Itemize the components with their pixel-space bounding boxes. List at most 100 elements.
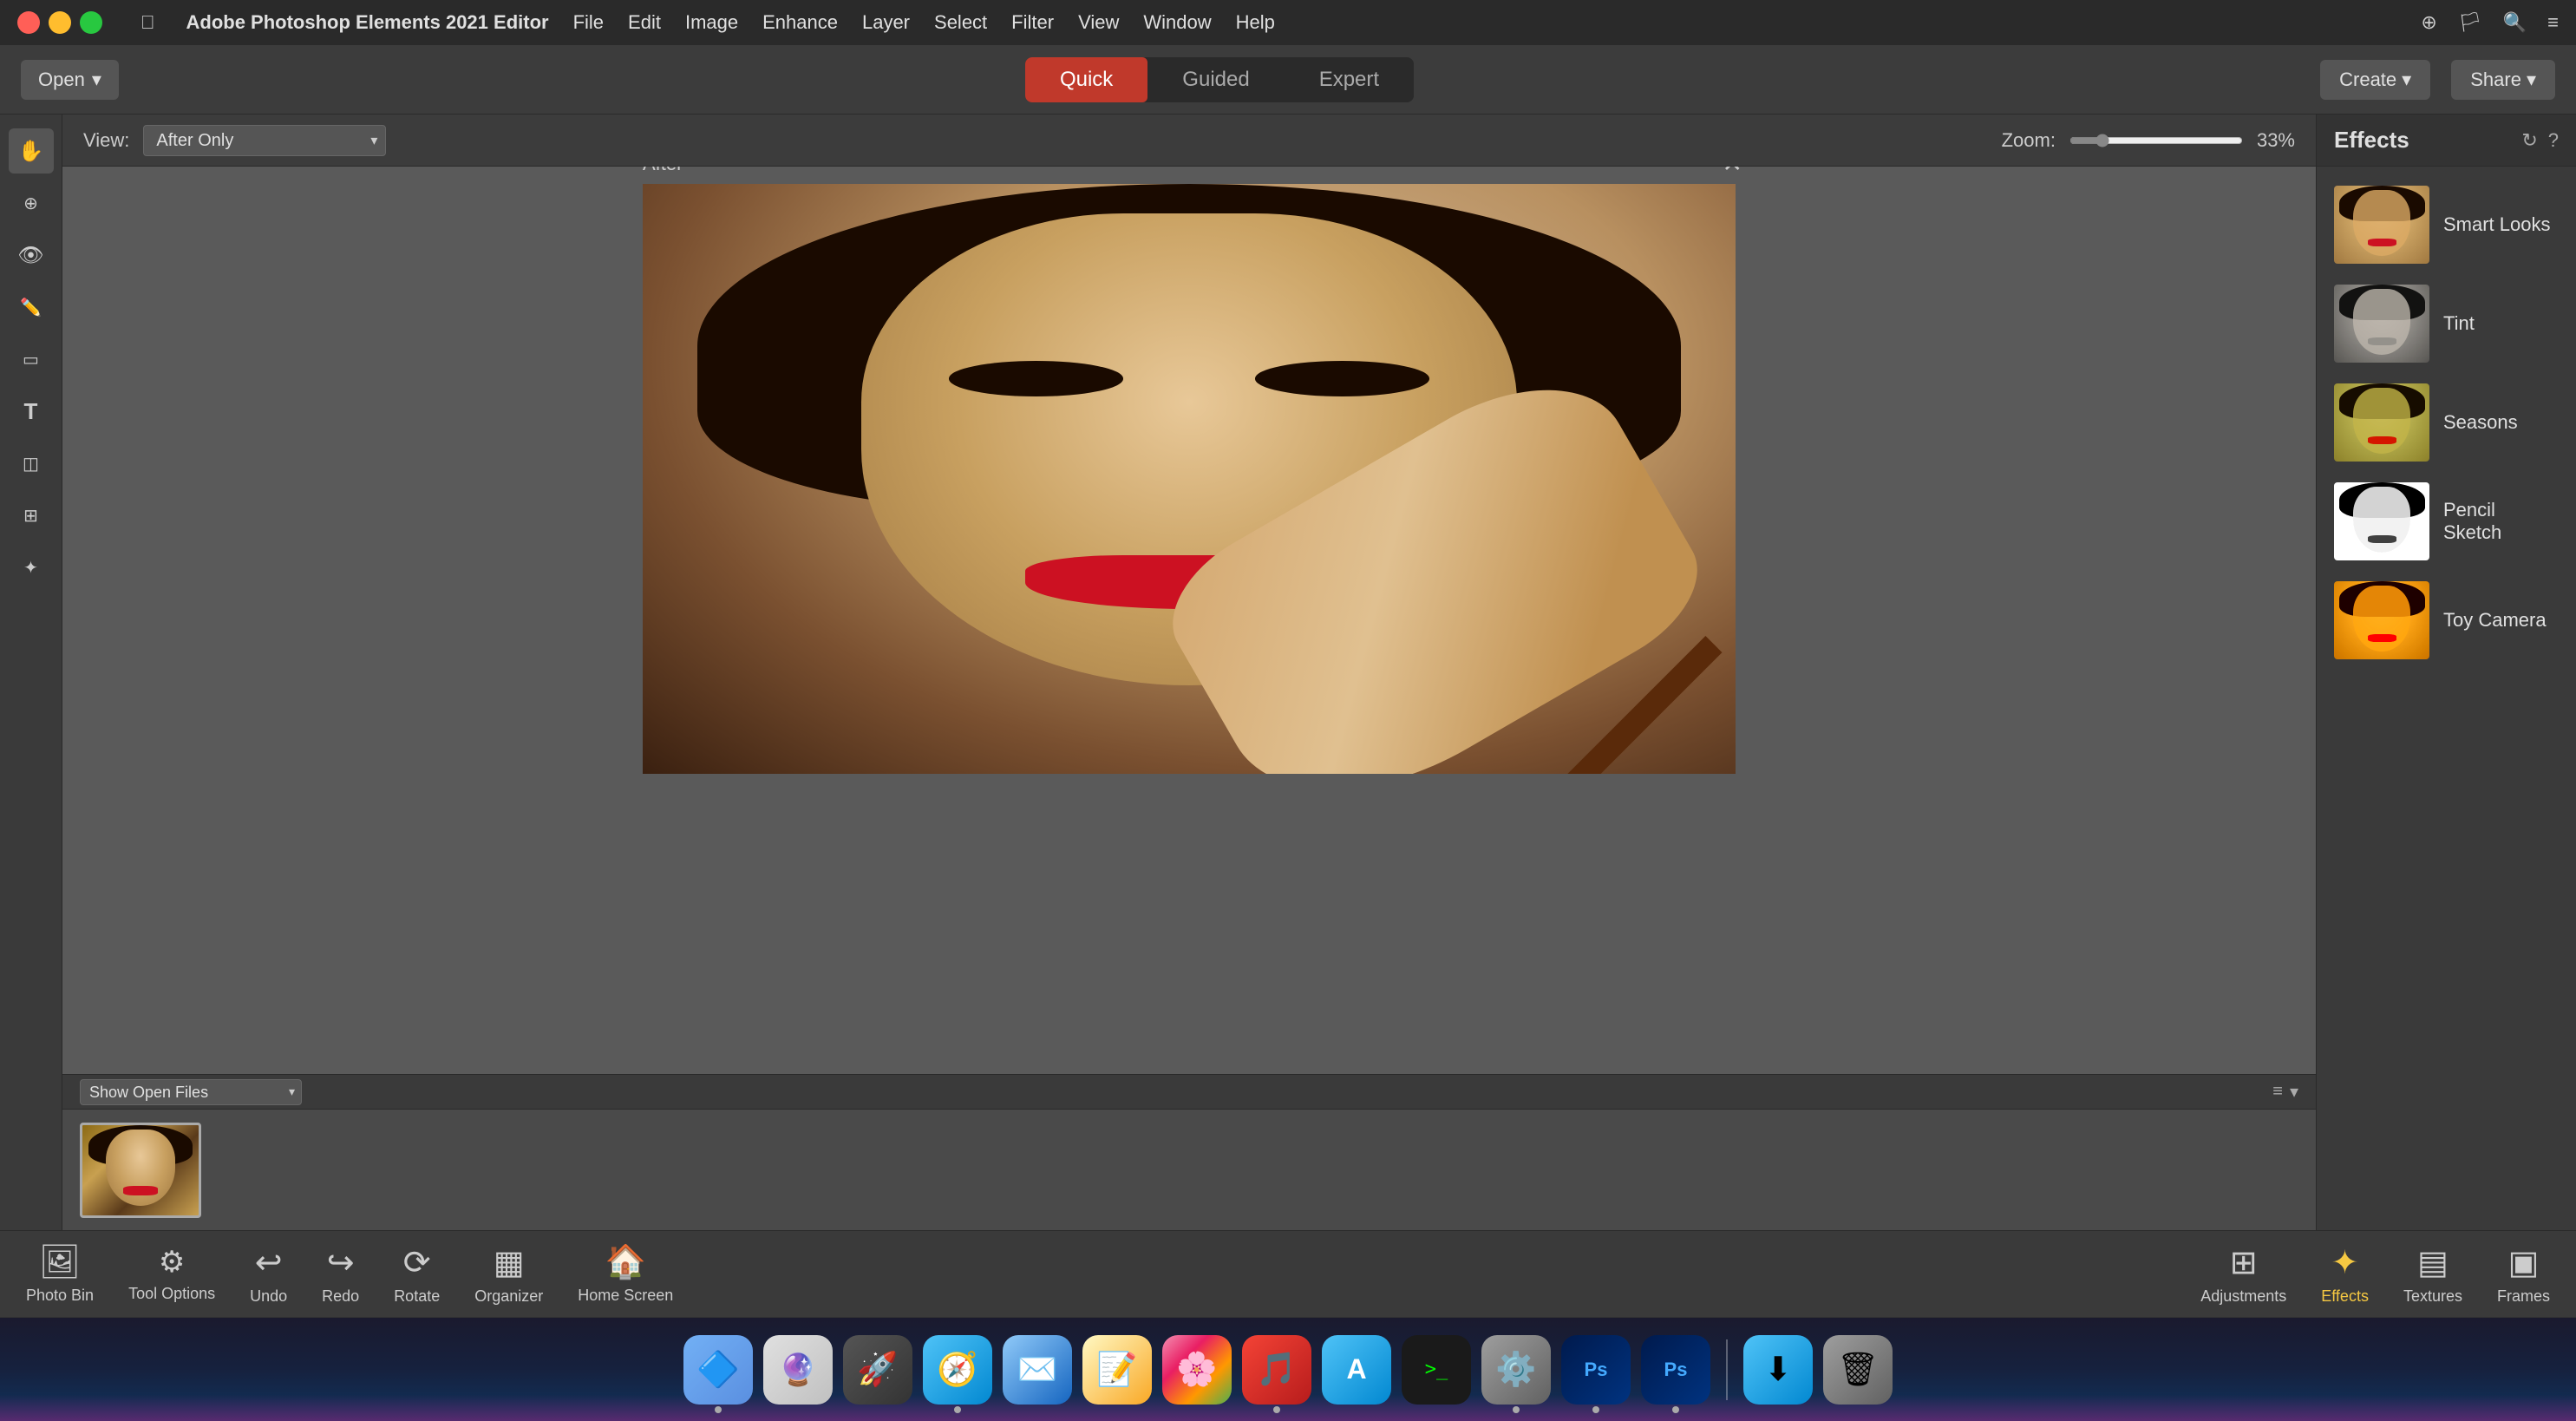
brush-icon: ▭ (23, 349, 39, 370)
effects-bottom-tool[interactable]: ✦ Effects (2321, 1243, 2369, 1306)
appstore-icon: A (1346, 1353, 1366, 1385)
effect-item-smart-looks[interactable]: Smart Looks (2327, 177, 2566, 272)
textures-bottom-tool[interactable]: ▤ Textures (2403, 1243, 2462, 1306)
photo-bin-bottom-tool[interactable]: 🖼 Photo Bin (26, 1243, 94, 1305)
rotate-icon: ⟳ (403, 1243, 431, 1282)
effects-refresh-icon-button[interactable]: ↻ (2521, 129, 2537, 152)
menu-filter[interactable]: Filter (1011, 11, 1054, 34)
system-prefs-icon: ⚙️ (1495, 1351, 1536, 1389)
eraser-tool-button[interactable]: ◫ (9, 441, 54, 486)
move-tool-button[interactable]: ✦ (9, 545, 54, 590)
dock-system-prefs[interactable]: ⚙️ (1481, 1335, 1551, 1405)
dock-music[interactable]: 🎵 (1242, 1335, 1311, 1405)
dock-divider (1726, 1339, 1728, 1400)
frames-bottom-tool[interactable]: ▣ Frames (2497, 1243, 2550, 1306)
zoom-slider[interactable] (2069, 134, 2243, 147)
menu-file[interactable]: File (573, 11, 604, 34)
rocket-icon: 🚀 (857, 1351, 898, 1389)
undo-bottom-tool[interactable]: ↩ Undo (250, 1243, 287, 1306)
siri-icon: 🔮 (779, 1352, 818, 1388)
dock-ps-elements-1[interactable]: Ps (1561, 1335, 1631, 1405)
minimize-window-button[interactable] (49, 11, 71, 34)
menu-edit[interactable]: Edit (628, 11, 661, 34)
redo-bottom-tool[interactable]: ↪ Redo (322, 1243, 359, 1306)
menu-help[interactable]: Help (1236, 11, 1275, 34)
home-screen-label: Home Screen (578, 1287, 673, 1305)
smart-brush-button[interactable]: ▭ (9, 337, 54, 382)
heal-tool-button[interactable]: ✏️ (9, 285, 54, 330)
effect-item-tint[interactable]: Tint (2327, 276, 2566, 371)
text-tool-button[interactable]: T (9, 389, 54, 434)
hand-tool-button[interactable]: ✋ (9, 128, 54, 174)
thumbnail-item[interactable] (80, 1123, 201, 1218)
dock-siri[interactable]: 🔮 (763, 1335, 833, 1405)
apple-icon:  (141, 11, 155, 34)
tool-options-bottom-tool[interactable]: ⚙ Tool Options (128, 1245, 215, 1303)
photo-bin-content (62, 1109, 2316, 1230)
eye-left-element (949, 361, 1124, 396)
canvas-area: View: After Only Before Only Before & Af… (62, 115, 2316, 1230)
dock-ps-elements-2[interactable]: Ps (1641, 1335, 1710, 1405)
textures-icon: ▤ (2417, 1243, 2449, 1282)
dock-downloads[interactable]: ⬇ (1743, 1335, 1813, 1405)
bin-select[interactable]: Show Open Files Show Files from Organize… (80, 1079, 302, 1105)
tool-options-label: Tool Options (128, 1285, 215, 1303)
tab-quick[interactable]: Quick (1025, 57, 1147, 102)
bin-list-icon-button[interactable]: ≡ (2272, 1081, 2283, 1103)
tab-expert[interactable]: Expert (1285, 57, 1414, 102)
eye-tool-button[interactable]: 👁 (9, 232, 54, 278)
dock-safari[interactable]: 🧭 (923, 1335, 992, 1405)
open-button[interactable]: Open ▾ (21, 60, 119, 100)
effect-thumb-pencil-sketch (2334, 482, 2429, 560)
home-screen-icon: 🏠 (605, 1243, 646, 1281)
open-chevron-icon: ▾ (92, 69, 101, 91)
dock-mail[interactable]: ✉️ (1003, 1335, 1072, 1405)
maximize-window-button[interactable] (80, 11, 102, 34)
zoom-tool-button[interactable]: ⊕ (9, 180, 54, 226)
dock-finder[interactable]: 🔷 (683, 1335, 753, 1405)
frames-label: Frames (2497, 1287, 2550, 1306)
redo-icon: ↪ (327, 1243, 355, 1282)
dock-appstore[interactable]: A (1322, 1335, 1391, 1405)
dock-trash[interactable]: 🗑 (1823, 1335, 1893, 1405)
dock-notes[interactable]: 📝 (1082, 1335, 1152, 1405)
view-select[interactable]: After Only Before Only Before & After - … (143, 125, 386, 156)
share-button[interactable]: Share ▾ (2451, 60, 2555, 100)
menu-image[interactable]: Image (685, 11, 738, 34)
left-toolbar: ✋ ⊕ 👁 ✏️ ▭ T ◫ ⊞ ✦ (0, 115, 62, 1230)
canvas-container: After ✕ (62, 167, 2316, 1074)
pencil-icon: ✏️ (20, 297, 42, 318)
effect-item-toy-camera[interactable]: Toy Camera (2327, 573, 2566, 668)
effects-help-icon-button[interactable]: ? (2548, 129, 2559, 152)
menubar-right-icons: ⊕ 🏳 🔍 ≡ (2421, 11, 2559, 34)
finder-dot (715, 1406, 722, 1413)
zoom-percentage: 33% (2257, 129, 2295, 152)
menu-select[interactable]: Select (934, 11, 987, 34)
effect-thumb-tint (2334, 285, 2429, 363)
dock-rocket[interactable]: 🚀 (843, 1335, 912, 1405)
bin-icons: ≡ ▾ (2272, 1081, 2298, 1103)
menu-view[interactable]: View (1078, 11, 1119, 34)
effect-item-pencil-sketch[interactable]: Pencil Sketch (2327, 474, 2566, 569)
canvas-image[interactable] (643, 184, 1736, 774)
menu-window[interactable]: Window (1143, 11, 1211, 34)
home-screen-bottom-tool[interactable]: 🏠 Home Screen (578, 1243, 673, 1305)
tab-guided[interactable]: Guided (1147, 57, 1284, 102)
menu-enhance[interactable]: Enhance (762, 11, 838, 34)
photos-icon: 🌸 (1176, 1351, 1217, 1389)
adjustments-bottom-tool[interactable]: ⊞ Adjustments (2200, 1243, 2286, 1306)
menu-layer[interactable]: Layer (862, 11, 910, 34)
search-menubar-icon[interactable]: 🔍 (2503, 11, 2527, 34)
bin-grid-icon-button[interactable]: ▾ (2290, 1081, 2298, 1103)
close-window-button[interactable] (17, 11, 40, 34)
effect-thumb-toy-camera (2334, 581, 2429, 659)
dock-photos[interactable]: 🌸 (1162, 1335, 1232, 1405)
organizer-bottom-tool[interactable]: ▦ Organizer (474, 1243, 543, 1306)
dock-terminal[interactable]: >_ (1402, 1335, 1471, 1405)
crop-tool-button[interactable]: ⊞ (9, 493, 54, 538)
canvas-close-button[interactable]: ✕ (1723, 167, 1742, 178)
create-button[interactable]: Create ▾ (2320, 60, 2430, 100)
rotate-bottom-tool[interactable]: ⟳ Rotate (394, 1243, 440, 1306)
effect-lips-toy (2368, 634, 2396, 642)
effect-item-seasons[interactable]: Seasons (2327, 375, 2566, 470)
